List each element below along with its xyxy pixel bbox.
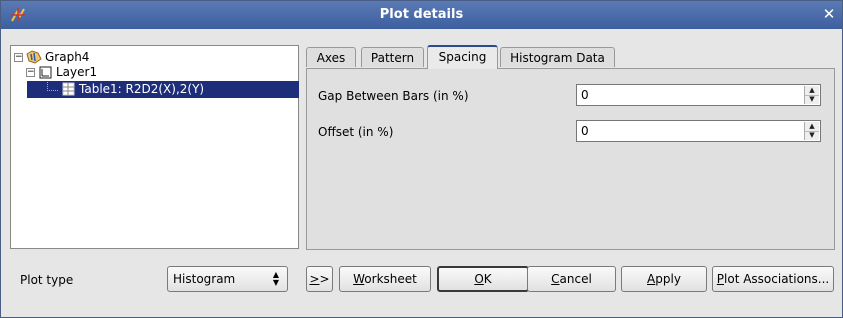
- collapse-icon[interactable]: −: [14, 53, 23, 62]
- layer-icon: [39, 66, 52, 79]
- tree-connector: [47, 82, 58, 91]
- tab-axes[interactable]: Axes: [306, 47, 356, 67]
- mnemonic: >: [309, 272, 320, 286]
- spacing-panel: Gap Between Bars (in %) ▲ ▼ Offset (in %…: [306, 68, 835, 250]
- gap-between-bars-spinbox[interactable]: ▲ ▼: [576, 84, 821, 106]
- spin-down-icon[interactable]: ▼: [805, 131, 819, 140]
- spin-arrows[interactable]: ▲ ▼: [804, 122, 819, 140]
- button-label: lot Associations...: [724, 272, 830, 286]
- tab-pattern[interactable]: Pattern: [361, 47, 424, 67]
- title-bar[interactable]: Plot details ✕: [1, 1, 842, 29]
- mnemonic: P: [716, 272, 725, 286]
- tree-node-label: Layer1: [56, 65, 98, 79]
- button-label: orksheet: [364, 272, 417, 286]
- plot-details-dialog: Plot details ✕ − Graph4 − Layer1 Table1:…: [0, 0, 843, 318]
- plot-tree[interactable]: − Graph4 − Layer1 Table1: R2D2(X),2(Y): [10, 45, 299, 249]
- more-options-button[interactable]: >>: [306, 266, 333, 292]
- plot-type-select[interactable]: Histogram ▲ ▼: [167, 266, 288, 292]
- plot-type-value: Histogram: [173, 272, 236, 286]
- tree-node-label: Table1: R2D2(X),2(Y): [79, 82, 205, 96]
- tab-spacing[interactable]: Spacing: [427, 45, 498, 69]
- tab-histogram-data[interactable]: Histogram Data: [500, 47, 615, 67]
- offset-label: Offset (in %): [318, 125, 394, 139]
- button-label: ancel: [559, 272, 592, 286]
- updown-icon: ▲ ▼: [272, 270, 280, 287]
- spin-arrows[interactable]: ▲ ▼: [804, 86, 819, 104]
- ok-button[interactable]: OK: [437, 266, 529, 292]
- mnemonic: W: [353, 272, 365, 286]
- close-icon[interactable]: ✕: [820, 5, 838, 23]
- tree-node-label: Graph4: [45, 50, 90, 64]
- collapse-icon[interactable]: −: [26, 68, 35, 77]
- tree-node-table1[interactable]: Table1: R2D2(X),2(Y): [27, 81, 299, 98]
- mnemonic: O: [474, 272, 484, 286]
- button-label: >: [319, 272, 330, 286]
- plot-type-label: Plot type: [20, 273, 74, 287]
- worksheet-button[interactable]: Worksheet: [339, 266, 431, 292]
- dialog-title: Plot details: [379, 7, 464, 22]
- apply-button[interactable]: Apply: [621, 266, 707, 292]
- table-icon: [62, 82, 75, 96]
- spin-down-icon[interactable]: ▼: [805, 95, 819, 104]
- button-label: K: [483, 272, 492, 286]
- offset-input[interactable]: [579, 122, 783, 140]
- cancel-button[interactable]: Cancel: [527, 266, 616, 292]
- graph-folder-icon: [26, 50, 42, 64]
- gap-between-bars-label: Gap Between Bars (in %): [318, 89, 469, 103]
- offset-spinbox[interactable]: ▲ ▼: [576, 120, 821, 142]
- mnemonic: C: [551, 272, 560, 286]
- plot-associations-button[interactable]: Plot Associations...: [712, 266, 834, 292]
- gap-between-bars-input[interactable]: [579, 86, 783, 104]
- button-label: pply: [655, 272, 681, 286]
